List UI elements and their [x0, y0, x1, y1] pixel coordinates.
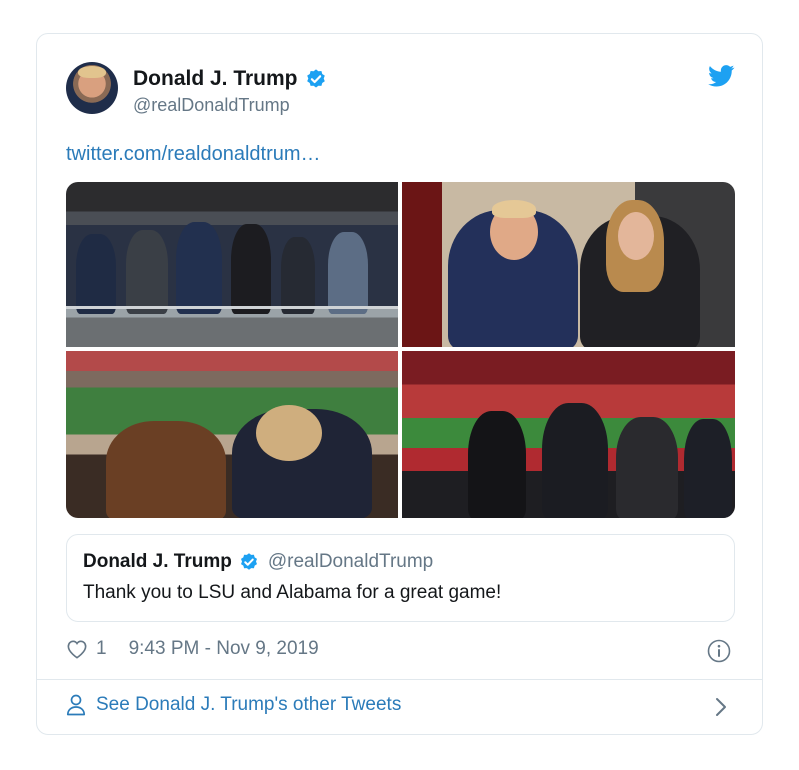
photo-2[interactable]	[402, 182, 735, 347]
quoted-tweet-text: Thank you to LSU and Alabama for a great…	[83, 582, 502, 603]
quoted-author-handle: @realDonaldTrump	[267, 551, 434, 572]
photo-4[interactable]	[402, 351, 735, 518]
tweet-link[interactable]: twitter.com/realdonaldtrum…	[66, 143, 321, 166]
see-other-tweets-label[interactable]: See Donald J. Trump's other Tweets	[96, 694, 401, 716]
quoted-author-name: Donald J. Trump	[83, 551, 232, 572]
author-name[interactable]: Donald J. Trump	[133, 67, 298, 91]
like-count[interactable]: 1	[96, 638, 107, 660]
verified-badge-icon	[306, 69, 325, 88]
quoted-tweet-header: Donald J. Trump @realDonaldTrump	[83, 551, 433, 573]
see-other-tweets-link[interactable]: See Donald J. Trump's other Tweets	[66, 694, 401, 716]
photo-1[interactable]	[66, 182, 398, 347]
avatar[interactable]	[66, 62, 118, 114]
verified-badge-icon	[240, 553, 257, 570]
chevron-right-icon[interactable]	[714, 696, 728, 718]
quoted-tweet[interactable]: Donald J. Trump @realDonaldTrump Thank y…	[66, 534, 735, 622]
embedded-tweet-card: Donald J. Trump @realDonaldTrump twitter…	[36, 33, 763, 735]
tweet-timestamp[interactable]: 9:43 PM - Nov 9, 2019	[129, 638, 319, 660]
author-name-row[interactable]: Donald J. Trump	[133, 67, 327, 91]
heart-icon[interactable]	[66, 639, 88, 659]
twitter-bird-icon[interactable]	[708, 65, 735, 87]
info-icon[interactable]	[707, 639, 731, 663]
person-icon	[66, 694, 86, 716]
photo-3[interactable]	[66, 351, 398, 518]
photo-grid[interactable]	[66, 182, 735, 518]
author-handle[interactable]: @realDonaldTrump	[133, 95, 290, 116]
divider	[37, 679, 762, 680]
tweet-meta: 1 9:43 PM - Nov 9, 2019	[66, 638, 319, 660]
